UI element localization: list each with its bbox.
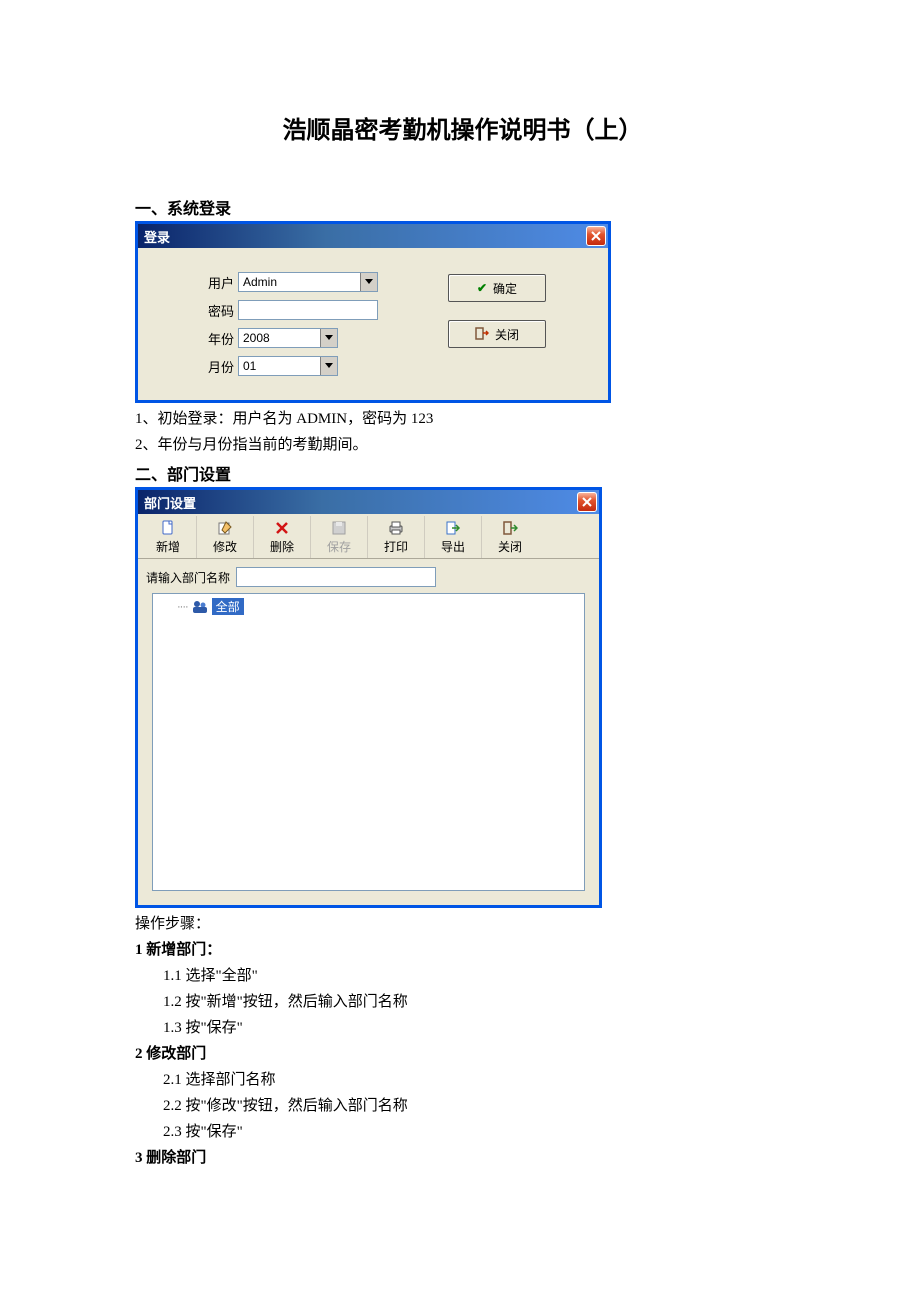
step-2-1: 2.1 选择部门名称 xyxy=(135,1068,790,1092)
edit-icon xyxy=(217,520,233,536)
login-note-2: 2、年份与月份指当前的考勤期间。 xyxy=(135,433,790,457)
login-dialog: 登录 用户 Admin 密码 年份 2008 xyxy=(135,221,611,403)
step-2: 2 修改部门 xyxy=(135,1042,790,1066)
ok-button[interactable]: ✔ 确定 xyxy=(448,274,546,302)
tree-root-label: 全部 xyxy=(212,598,244,615)
password-input[interactable] xyxy=(238,300,378,320)
toolbar-edit-label: 修改 xyxy=(213,538,237,555)
step-3: 3 删除部门 xyxy=(135,1146,790,1170)
month-value: 01 xyxy=(243,359,256,373)
dept-close-x-button[interactable] xyxy=(577,492,597,512)
chevron-down-icon xyxy=(320,357,337,375)
toolbar-delete-label: 删除 xyxy=(270,538,294,555)
chevron-down-icon xyxy=(320,329,337,347)
close-button[interactable]: 关闭 xyxy=(448,320,546,348)
user-select[interactable]: Admin xyxy=(238,272,378,292)
toolbar-delete-button[interactable]: 删除 xyxy=(254,516,311,558)
toolbar-add-button[interactable]: 新增 xyxy=(140,516,197,558)
toolbar-print-label: 打印 xyxy=(384,538,408,555)
step-1-2: 1.2 按"新增"按钮，然后输入部门名称 xyxy=(135,990,790,1014)
people-icon xyxy=(192,600,208,614)
year-label: 年份 xyxy=(178,329,238,348)
user-value: Admin xyxy=(243,275,277,289)
dept-filter-label: 请输入部门名称 xyxy=(146,569,230,586)
step-2-2: 2.2 按"修改"按钮，然后输入部门名称 xyxy=(135,1094,790,1118)
login-note-1: 1、初始登录：用户名为 ADMIN，密码为 123 xyxy=(135,407,790,431)
toolbar-save-label: 保存 xyxy=(327,538,351,555)
print-icon xyxy=(388,520,404,536)
export-icon xyxy=(445,520,461,536)
user-label: 用户 xyxy=(178,273,238,292)
toolbar-export-button[interactable]: 导出 xyxy=(425,516,482,558)
dept-titlebar: 部门设置 xyxy=(138,490,599,514)
login-close-x-button[interactable] xyxy=(586,226,606,246)
chevron-down-icon xyxy=(360,273,377,291)
login-title: 登录 xyxy=(144,227,170,246)
step-2-3: 2.3 按"保存" xyxy=(135,1120,790,1144)
month-label: 月份 xyxy=(178,357,238,376)
dept-toolbar: 新增 修改 删除 保存 打印 导出 xyxy=(138,514,599,559)
toolbar-save-button: 保存 xyxy=(311,516,368,558)
delete-icon xyxy=(274,520,290,536)
document-title: 浩顺晶密考勤机操作说明书（上） xyxy=(135,110,790,145)
toolbar-add-label: 新增 xyxy=(156,538,180,555)
close-icon xyxy=(590,230,602,242)
toolbar-print-button[interactable]: 打印 xyxy=(368,516,425,558)
toolbar-close-label: 关闭 xyxy=(498,538,522,555)
section-1-heading: 一、系统登录 xyxy=(135,195,790,219)
new-file-icon xyxy=(160,520,176,536)
password-label: 密码 xyxy=(178,301,238,320)
year-value: 2008 xyxy=(243,331,270,345)
toolbar-export-label: 导出 xyxy=(441,538,465,555)
dept-tree[interactable]: ···· 全部 xyxy=(152,593,585,891)
year-select[interactable]: 2008 xyxy=(238,328,338,348)
dept-filter-input[interactable] xyxy=(236,567,436,587)
dept-title: 部门设置 xyxy=(144,493,196,512)
month-select[interactable]: 01 xyxy=(238,356,338,376)
step-1: 1 新增部门： xyxy=(135,938,790,962)
toolbar-close-button[interactable]: 关闭 xyxy=(482,516,538,558)
department-dialog: 部门设置 新增 修改 删除 保存 打 xyxy=(135,487,602,908)
check-icon: ✔ xyxy=(477,281,487,295)
exit-icon xyxy=(502,520,518,536)
ok-button-label: 确定 xyxy=(493,280,517,297)
exit-icon xyxy=(475,326,489,343)
login-titlebar: 登录 xyxy=(138,224,608,248)
section-2-heading: 二、部门设置 xyxy=(135,461,790,485)
steps-label: 操作步骤： xyxy=(135,912,790,936)
step-1-3: 1.3 按"保存" xyxy=(135,1016,790,1040)
tree-connector: ···· xyxy=(177,601,188,613)
toolbar-edit-button[interactable]: 修改 xyxy=(197,516,254,558)
save-icon xyxy=(331,520,347,536)
close-icon xyxy=(581,496,593,508)
step-1-1: 1.1 选择"全部" xyxy=(135,964,790,988)
close-button-label: 关闭 xyxy=(495,326,519,343)
tree-root-row[interactable]: ···· 全部 xyxy=(177,598,578,615)
